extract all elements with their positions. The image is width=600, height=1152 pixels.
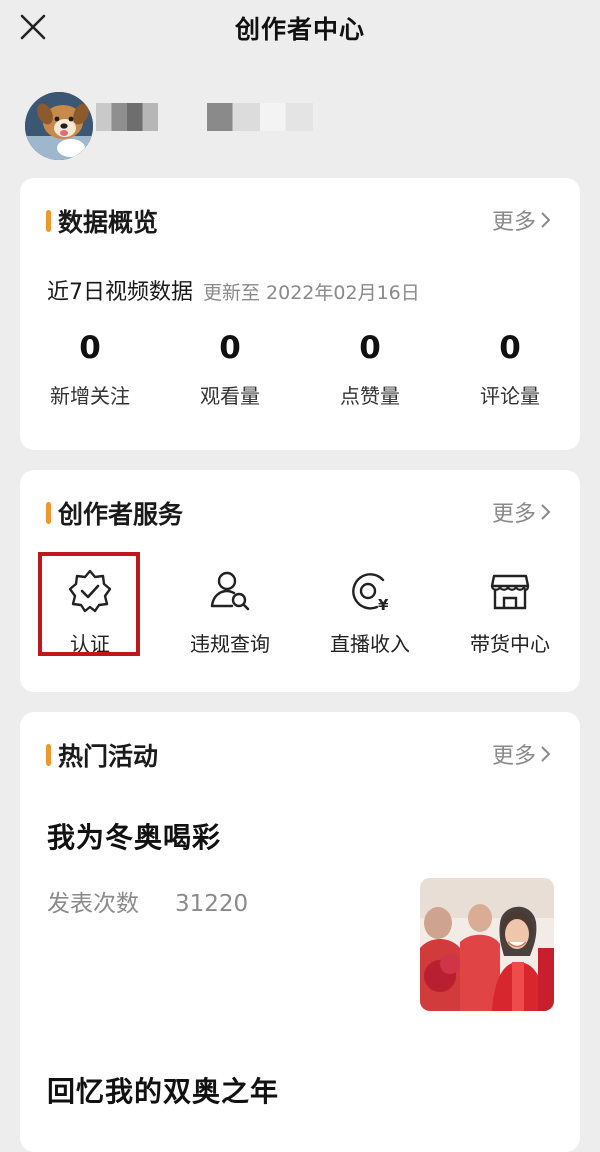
activity-thumbnail[interactable] xyxy=(420,878,554,1011)
service-label: 带货中心 xyxy=(470,632,550,656)
service-live-income[interactable]: ¥ 直播收入 xyxy=(300,568,440,657)
section-accent-bar xyxy=(46,210,51,232)
period-label: 近7日视频数据 xyxy=(47,280,193,305)
stat-value: 0 xyxy=(219,330,241,366)
activity-count: 31220 xyxy=(175,891,249,917)
updated-date: 更新至 2022年02月16日 xyxy=(203,282,420,304)
nickname-mosaic xyxy=(96,103,158,131)
stat-likes[interactable]: 0 点赞量 xyxy=(300,328,440,409)
activity-count-label: 发表次数 xyxy=(47,891,139,917)
data-overview-more-link[interactable]: 更多 xyxy=(492,204,552,236)
user-id-mosaic xyxy=(207,103,313,131)
activity-title: 回忆我的双奥之年 xyxy=(47,1075,280,1108)
user-search-icon xyxy=(210,571,250,611)
highlight-box xyxy=(38,552,140,656)
section-accent-bar xyxy=(46,744,51,766)
more-label: 更多 xyxy=(491,210,536,235)
live-income-icon: ¥ xyxy=(352,573,389,614)
data-overview-title: 数据概览 xyxy=(58,208,159,237)
store-icon xyxy=(490,574,530,610)
hot-activities-more-link[interactable]: 更多 xyxy=(492,738,552,770)
service-verification[interactable]: 认证 xyxy=(20,552,160,657)
service-label: 直播收入 xyxy=(330,632,410,656)
activity-meta: 发表次数 31220 xyxy=(47,884,248,918)
stat-value: 0 xyxy=(359,330,381,366)
stat-comments[interactable]: 0 评论量 xyxy=(440,328,580,409)
avatar[interactable] xyxy=(25,92,93,160)
service-violation-query[interactable]: 违规查询 xyxy=(160,568,300,657)
data-overview-header: 数据概览 更多 xyxy=(20,200,580,240)
stats-row: 0 新增关注 0 观看量 0 点赞量 0 评论量 xyxy=(20,328,580,409)
page-title: 创作者中心 xyxy=(234,15,365,44)
chevron-right-icon xyxy=(541,746,551,762)
stat-label: 点赞量 xyxy=(340,384,400,408)
creator-services-title: 创作者服务 xyxy=(58,500,184,529)
hot-activities-card: 热门活动 更多 我为冬奥喝彩 发表次数 31220 回忆我的双奥之年 xyxy=(20,712,580,1152)
stat-label: 新增关注 xyxy=(50,384,130,408)
stat-value: 0 xyxy=(79,330,101,366)
creator-services-more-link[interactable]: 更多 xyxy=(492,496,552,528)
profile-row[interactable] xyxy=(0,86,600,166)
creator-services-header: 创作者服务 更多 xyxy=(20,492,580,532)
chevron-right-icon xyxy=(541,504,551,520)
stat-label: 观看量 xyxy=(200,384,260,408)
creator-services-card: 创作者服务 更多 认证 违规查询 ¥ 直播收入 带货中心 xyxy=(20,470,580,692)
stat-label: 评论量 xyxy=(480,384,540,408)
hot-activities-title: 热门活动 xyxy=(58,742,159,771)
services-grid: 认证 违规查询 ¥ 直播收入 带货中心 xyxy=(20,552,580,657)
svg-text:¥: ¥ xyxy=(378,596,389,614)
cheering-crowd-image xyxy=(420,878,554,1011)
more-label: 更多 xyxy=(491,502,536,527)
dog-avatar-image xyxy=(25,92,93,160)
service-label: 违规查询 xyxy=(190,632,270,656)
period-row: 近7日视频数据 更新至 2022年02月16日 xyxy=(47,274,420,306)
activity-title: 我为冬奥喝彩 xyxy=(47,821,222,854)
top-bar: 创作者中心 xyxy=(0,0,600,56)
stat-value: 0 xyxy=(499,330,521,366)
chevron-right-icon xyxy=(541,212,551,228)
data-overview-card: 数据概览 更多 近7日视频数据 更新至 2022年02月16日 0 新增关注 0 … xyxy=(20,178,580,450)
hot-activities-header: 热门活动 更多 xyxy=(20,734,580,774)
section-accent-bar xyxy=(46,502,51,524)
service-shop-center[interactable]: 带货中心 xyxy=(440,568,580,657)
stat-views[interactable]: 0 观看量 xyxy=(160,328,300,409)
more-label: 更多 xyxy=(491,744,536,769)
stat-new-followers[interactable]: 0 新增关注 xyxy=(20,328,160,409)
